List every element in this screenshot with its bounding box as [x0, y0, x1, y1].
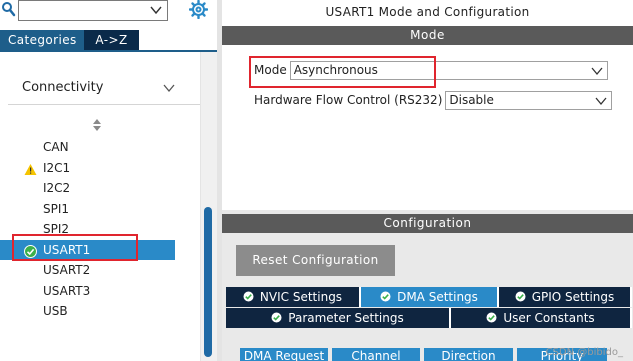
category-connectivity[interactable]: Connectivity [22, 78, 180, 98]
peripheral-label: USB [43, 304, 68, 318]
check-icon [515, 288, 526, 302]
settings-tab-label: GPIO Settings [531, 290, 615, 304]
tab-categories[interactable]: Categories [0, 30, 84, 50]
settings-tabs-row2: Parameter Settings User Constants [226, 308, 632, 328]
left-panel: Categories A->Z Connectivity CAN I2C1 I2C2… [0, 0, 217, 361]
settings-tab-label: User Constants [503, 311, 595, 325]
peripheral-item[interactable]: SPI1 [0, 199, 200, 220]
check-icon [380, 288, 391, 302]
peripheral-item[interactable]: USART2 [0, 260, 200, 281]
chevron-down-icon[interactable] [594, 94, 608, 108]
mode-highlight-box [249, 56, 436, 88]
chevron-down-icon[interactable] [590, 64, 604, 78]
settings-tab-label: DMA Settings [397, 290, 478, 304]
left-scrollbar[interactable] [200, 52, 217, 361]
peripheral-label: CAN [43, 140, 69, 154]
search-combo[interactable] [18, 0, 168, 21]
settings-tab[interactable]: Parameter Settings [226, 308, 451, 328]
chevron-down-icon[interactable] [162, 81, 176, 95]
divider [8, 104, 200, 105]
peripheral-label: I2C2 [43, 181, 71, 195]
peripheral-item[interactable]: CAN [0, 137, 200, 158]
peripheral-label: USART3 [43, 283, 91, 298]
peripheral-label: SPI1 [43, 201, 70, 216]
check-icon [486, 309, 497, 323]
flow-control-value: Disable [449, 92, 494, 107]
dma-column-header[interactable]: Channel [332, 348, 420, 361]
search-icon[interactable] [1, 1, 17, 19]
page-title: USART1 Mode and Configuration [325, 5, 530, 19]
chevron-down-icon[interactable] [149, 3, 163, 17]
peripheral-item[interactable]: USB [0, 301, 200, 322]
check-icon [243, 288, 254, 302]
left-tab-bar: Categories A->Z [0, 30, 139, 50]
peripheral-item[interactable]: USART3 [0, 281, 200, 302]
peripheral-list: CAN I2C1 I2C2 SPI1 SPI2 USART1 USART2 USART3 USB [0, 137, 200, 322]
configuration-area: Reset Configuration NVIC Settings DMA Set… [222, 233, 633, 361]
peripheral-label: USART2 [43, 263, 91, 277]
settings-tab[interactable]: NVIC Settings [226, 287, 361, 307]
right-panel: USART1 Mode and Configuration Mode Mode … [222, 0, 633, 361]
reset-configuration-button[interactable]: Reset Configuration [236, 245, 395, 276]
flow-control-row: Hardware Flow Control (RS232) Disable [254, 90, 613, 110]
mode-section-header: Mode [222, 26, 633, 45]
settings-tab[interactable]: DMA Settings [361, 287, 499, 307]
peripheral-label: I2C1 [43, 160, 71, 175]
settings-tab[interactable]: User Constants [451, 308, 632, 328]
settings-tab[interactable]: GPIO Settings [499, 287, 632, 307]
settings-tabs-row1: NVIC Settings DMA Settings GPIO Settings [226, 287, 632, 307]
settings-tab-label: NVIC Settings [259, 290, 343, 304]
dma-column-header[interactable]: DMA Request [240, 348, 328, 361]
dma-column-header[interactable]: Direction [424, 348, 513, 361]
tab-a-to-z[interactable]: A->Z [84, 30, 139, 50]
flow-control-select[interactable]: Disable [445, 90, 613, 110]
watermark: CSDN @bibido_ [545, 347, 623, 358]
peripheral-item[interactable]: I2C1 [0, 158, 200, 179]
warning-icon [24, 162, 37, 175]
check-icon [271, 309, 282, 323]
category-label: Connectivity [22, 80, 104, 95]
settings-tab-label: Parameter Settings [288, 311, 404, 325]
flow-control-label: Hardware Flow Control (RS232) [254, 93, 443, 107]
usart1-highlight-box [12, 234, 138, 261]
sort-icon[interactable] [91, 118, 103, 132]
scrollbar-thumb[interactable] [204, 207, 212, 357]
gear-icon[interactable] [188, 0, 209, 20]
peripheral-item[interactable]: I2C2 [0, 178, 200, 199]
configuration-section-header: Configuration [222, 214, 633, 233]
